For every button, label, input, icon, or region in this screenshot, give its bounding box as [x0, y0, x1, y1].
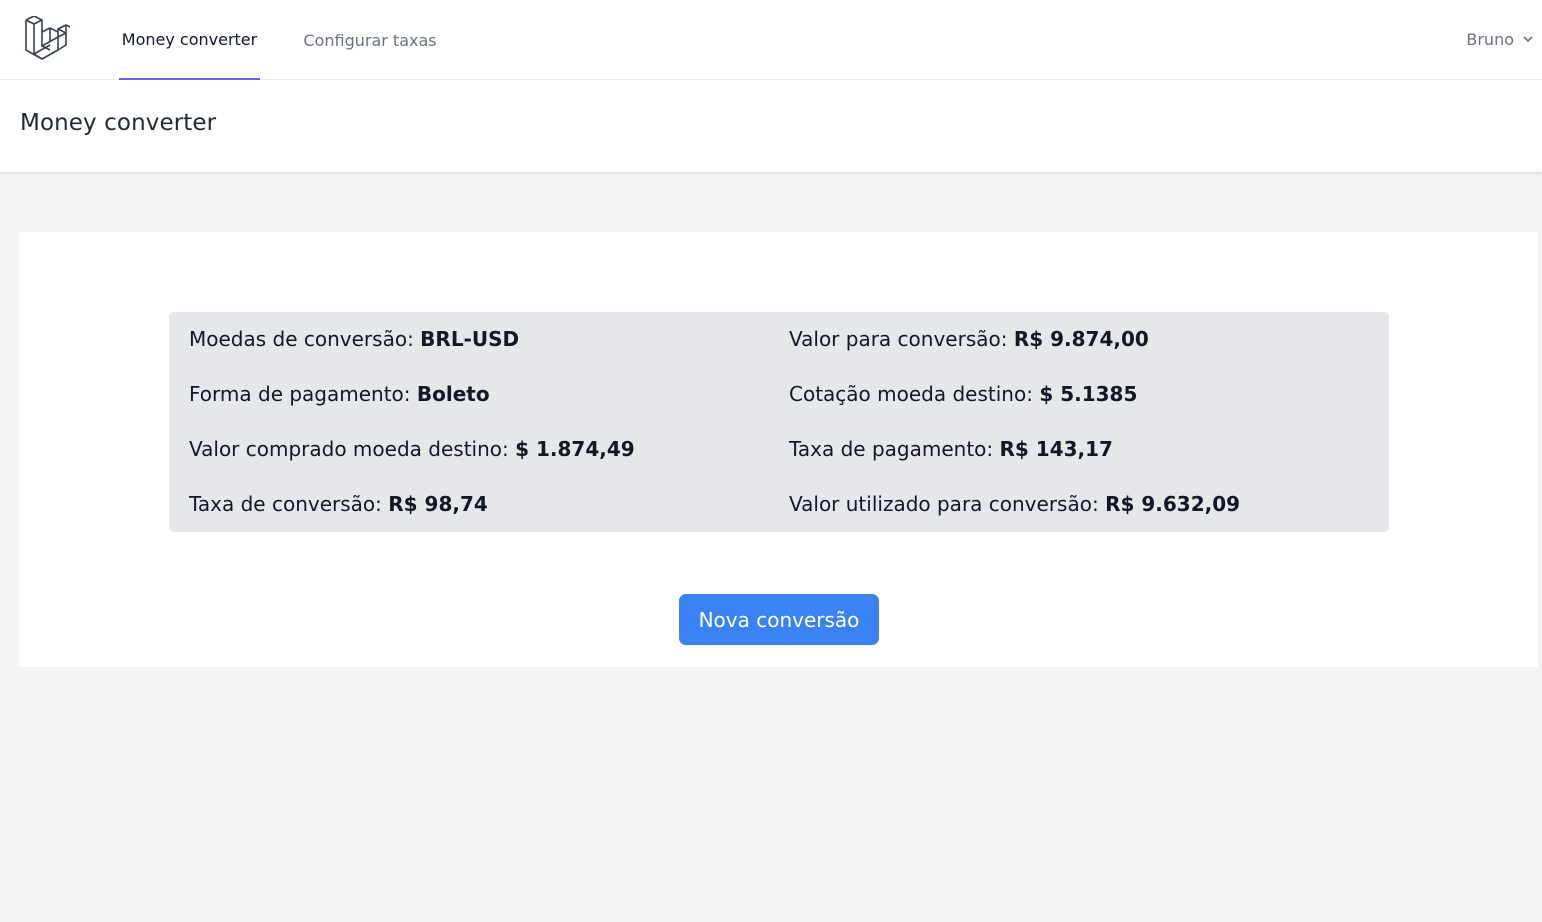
- summary-label: Valor para conversão:: [789, 327, 1008, 351]
- summary-item-forma-pagamento: Forma de pagamento: Boleto: [189, 379, 490, 409]
- summary-value: BRL-USD: [420, 327, 520, 351]
- summary-item-taxa-pagamento: Taxa de pagamento: R$ 143,17: [789, 434, 1113, 464]
- summary-value: R$ 9.874,00: [1013, 327, 1149, 351]
- nova-conversao-button[interactable]: Nova conversão: [679, 594, 879, 645]
- summary-value: $ 5.1385: [1039, 382, 1138, 406]
- summary-label: Valor utilizado para conversão:: [789, 492, 1099, 516]
- top-navbar: Money converter Configurar taxas Bruno: [0, 0, 1542, 80]
- chevron-down-icon: [1522, 30, 1534, 49]
- page-title: Money converter: [20, 110, 217, 136]
- summary-item-taxa-conversao: Taxa de conversão: R$ 98,74: [189, 489, 488, 519]
- summary-value: $ 1.874,49: [515, 437, 635, 461]
- summary-item-cotacao: Cotação moeda destino: $ 5.1385: [789, 379, 1137, 409]
- summary-label: Taxa de pagamento:: [789, 437, 994, 461]
- user-menu[interactable]: Bruno: [1466, 26, 1534, 52]
- summary-item-moedas: Moedas de conversão: BRL-USD: [189, 324, 519, 354]
- user-name: Bruno: [1466, 29, 1514, 49]
- nav-link-configurar-taxas[interactable]: Configurar taxas: [300, 0, 440, 80]
- summary-label: Valor comprado moeda destino:: [189, 437, 509, 461]
- summary-label: Moedas de conversão:: [189, 327, 414, 351]
- summary-label: Taxa de conversão:: [189, 492, 382, 516]
- laravel-logo-icon[interactable]: [22, 15, 75, 62]
- conversion-summary: Moedas de conversão: BRL-USD Forma de pa…: [169, 312, 1389, 532]
- summary-value: R$ 9.632,09: [1105, 492, 1241, 516]
- summary-label: Forma de pagamento:: [189, 382, 411, 406]
- summary-item-valor-utilizado: Valor utilizado para conversão: R$ 9.632…: [789, 489, 1240, 519]
- nav-link-money-converter[interactable]: Money converter: [119, 0, 260, 80]
- summary-label: Cotação moeda destino:: [789, 382, 1033, 406]
- page-header: Money converter: [0, 80, 1542, 172]
- summary-item-valor-comprado: Valor comprado moeda destino: $ 1.874,49: [189, 434, 635, 464]
- summary-value: Boleto: [416, 382, 490, 406]
- summary-value: R$ 98,74: [388, 492, 488, 516]
- summary-value: R$ 143,17: [999, 437, 1113, 461]
- conversion-result-card: Moedas de conversão: BRL-USD Forma de pa…: [19, 232, 1538, 667]
- summary-item-valor-para-conversao: Valor para conversão: R$ 9.874,00: [789, 324, 1149, 354]
